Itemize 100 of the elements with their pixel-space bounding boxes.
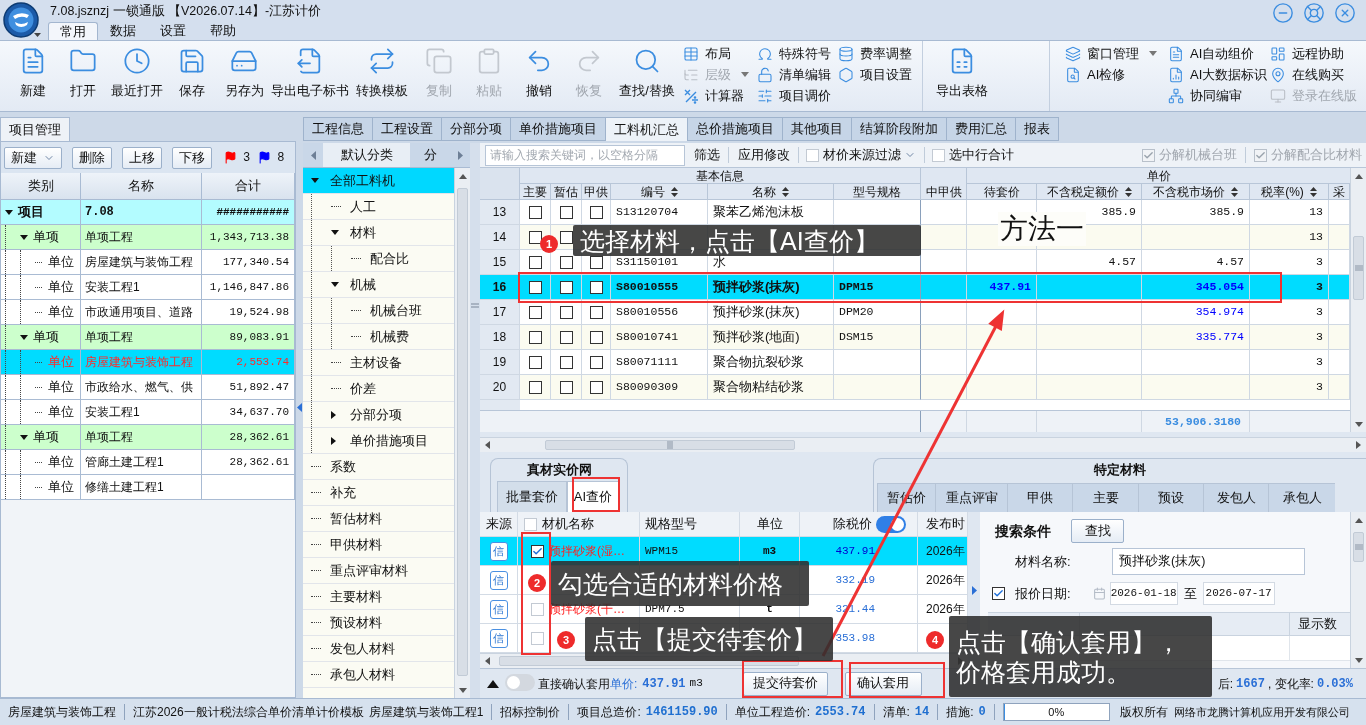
table-cell-text: 单项工程: [85, 429, 133, 446]
table-cell-text: 28,362.61: [229, 429, 289, 445]
column-header: 除税价: [833, 515, 872, 534]
table-cell-text: 房屋建筑与装饰工程: [85, 354, 193, 371]
table-cell-text: 单位: [48, 303, 74, 322]
flag-count: 3: [243, 149, 251, 167]
table-cell-text: 单项: [33, 328, 59, 347]
table-cell-text: 7.08: [85, 204, 114, 221]
instruction-tooltip: 点击【确认套用】，价格套用成功。: [949, 616, 1212, 697]
column-group-header: 基本信息: [520, 168, 921, 184]
summary-value: 1667: [1236, 675, 1265, 693]
status-value: 0: [978, 704, 986, 721]
section-title: 搜索条件: [995, 521, 1051, 541]
column-header: 规格型号: [645, 515, 697, 534]
table-cell-text: 单位: [48, 278, 74, 297]
table-cell-text: 单位: [48, 403, 74, 422]
date-separator: 至: [1183, 584, 1197, 603]
column-header: 合计: [235, 177, 261, 196]
row-number: 20: [480, 375, 520, 400]
table-cell-text: 19,524.98: [229, 304, 289, 320]
status-text: 房屋建筑与装饰工程: [8, 704, 116, 721]
instruction-tooltip: 点击【提交待套价】: [585, 617, 833, 661]
status-text: 房屋建筑与装饰工程1: [368, 704, 484, 721]
checkbox-label: 分解机械台班: [1159, 146, 1237, 165]
table-cell-text: 89,083.91: [229, 329, 289, 345]
status-value: 14: [914, 704, 930, 721]
column-header: 名称: [128, 177, 154, 196]
row-number: 15: [480, 250, 520, 275]
table-cell-text: ###########: [216, 204, 289, 220]
summary-value: 0.03%: [1316, 675, 1353, 693]
company-name: 网络市龙腾计算机应用开发有限公司: [1173, 704, 1350, 720]
table-cell-text: 1,146,847.86: [209, 279, 289, 295]
status-text: 江苏2026一般计税法综合单价清单计价模板: [133, 704, 364, 721]
table-cell-text: m3: [762, 543, 777, 559]
instruction-tooltip: 选择材料，点击【AI查价】: [573, 225, 921, 256]
status-text: 清单:: [882, 704, 910, 721]
table-cell-text: 预拌砂浆(湿…: [549, 543, 625, 560]
row-number: 14: [480, 225, 520, 250]
status-text: 单位工程造价:: [734, 704, 811, 721]
progress-text: 0%: [1048, 704, 1065, 720]
row-number: 17: [480, 300, 520, 325]
table-cell-text: 单项工程: [85, 329, 133, 346]
window-title: 7.08.jsznzj 一锁通版 【V2026.07.14】-江苏计价: [50, 2, 322, 20]
status-text: 项目总造价:: [577, 704, 641, 721]
row-number: 18: [480, 325, 520, 350]
table-cell-text: 单项: [33, 428, 59, 447]
summary-label: 后:: [1217, 675, 1234, 693]
row-number: 13: [480, 200, 520, 225]
table-cell-text: 单位: [48, 353, 74, 372]
table-cell-text: 单项: [33, 228, 59, 247]
status-text: 版权所有: [1119, 704, 1168, 721]
status-value: 1461159.90: [645, 704, 718, 721]
table-cell-text: 安装工程1: [85, 279, 140, 296]
table-cell-text: 1,343,713.38: [209, 229, 289, 245]
column-header: 单位: [756, 515, 783, 534]
table-cell-text: 28,362.61: [229, 454, 289, 470]
column-header: 类别: [27, 177, 54, 196]
group-title: 特定材料: [1094, 461, 1146, 480]
table-cell-text: 2026年: [926, 601, 965, 618]
table-cell-text: 单项工程: [85, 229, 133, 246]
table-cell-text: 177,340.54: [223, 254, 289, 270]
instruction-tooltip: 勾选合适的材料价格: [551, 561, 809, 606]
table-cell-text: 34,637.70: [229, 404, 289, 420]
status-text: 招标控制价: [500, 704, 561, 721]
table-cell-text: 2026年: [926, 572, 965, 589]
table-cell-text: 单位: [48, 378, 74, 397]
table-cell-text: 单位: [48, 453, 74, 472]
status-value: 2553.74: [815, 704, 866, 721]
table-cell-text: 房屋建筑与装饰工程: [85, 254, 193, 271]
toggle-label: 直接确认套用: [538, 675, 610, 693]
price-value: 437.91: [642, 675, 686, 693]
flag-count: 8: [277, 149, 285, 167]
table-cell-text: 2026年: [926, 543, 965, 560]
table-cell-text: 市政通用项目、道路: [85, 304, 193, 321]
price-unit: m3: [689, 676, 703, 692]
column-header: 材机名称: [542, 515, 594, 534]
column-header: 发布时: [926, 515, 965, 534]
field-label: 材料名称:: [1014, 552, 1072, 571]
table-cell-text: 353.98: [835, 630, 875, 646]
column-header: 来源: [485, 515, 512, 534]
column-group-header: 单价: [967, 168, 1350, 184]
status-text: 措施:: [946, 704, 974, 721]
table-cell-text: 单位: [48, 253, 74, 272]
table-cell-text: WPM15: [645, 543, 678, 559]
table-cell-text: 2,553.74: [236, 354, 289, 370]
table-cell-text: 项目: [18, 203, 44, 222]
table-cell-text: 市政给水、燃气、供: [85, 379, 193, 396]
row-number: 19: [480, 350, 520, 375]
table-cell-text: 51,892.47: [229, 379, 289, 395]
table-cell-text: 修缮土建工程1: [85, 479, 164, 496]
table-cell-text: 单位: [48, 478, 74, 497]
checkbox-label: 分解配合比材料: [1271, 146, 1362, 165]
table-cell-text: 管廊土建工程1: [85, 454, 164, 471]
table-cell-text: 安装工程1: [85, 404, 140, 421]
table-cell-text: 437.91: [835, 543, 875, 559]
table-cell-text: 53,906.3180: [1165, 413, 1241, 430]
group-title: 真材实价网: [526, 461, 592, 480]
summary-label: , 变化率:: [1267, 675, 1314, 693]
method-label: 方法一: [1000, 212, 1084, 246]
price-label: 单价:: [610, 675, 638, 693]
